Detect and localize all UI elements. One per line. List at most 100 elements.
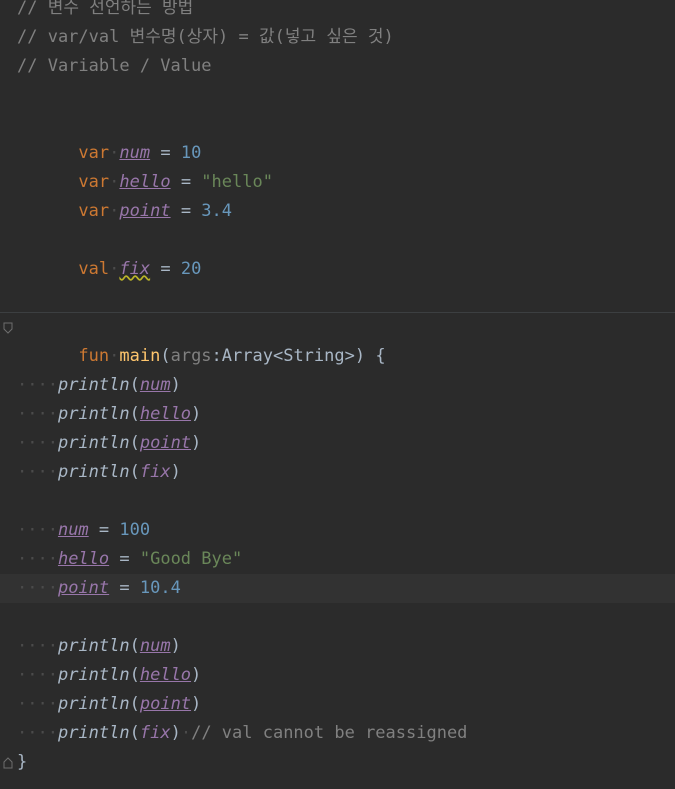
code-line-println-with-comment[interactable]: ····println(fix)·// val cannot be reassi… [0,719,675,748]
code-line-println[interactable]: ····println(hello) [0,661,675,690]
code-line-closing-brace[interactable]: } [0,748,675,777]
code-content: ····point = 10.4 [17,574,181,603]
variable-name: point [57,578,110,598]
code-line-comment-3[interactable]: // Variable / Value [0,52,675,81]
variable-name: hello [57,549,110,569]
println-call: println [57,636,130,656]
code-content: ····num = 100 [17,516,150,545]
string-literal: "Good Bye" [139,549,243,569]
argument-variable: hello [139,404,192,424]
argument-variable: num [139,636,171,656]
code-line-decl-num[interactable]: var·num = 10 [0,110,675,163]
parameter-type: Array<String> [221,346,355,366]
paren: ( [129,433,140,453]
code-content: ····println(fix)·// val cannot be reassi… [17,719,467,748]
comment-text: // Variable / Value [17,56,212,76]
code-line-main-signature[interactable]: fun·main(args:Array<String>) { [0,313,675,366]
code-line-comment-1[interactable]: // 변수 선언하는 방법 [0,0,675,23]
whitespace-dot: · [180,723,192,743]
argument-variable: point [139,433,192,453]
indent-dots: ···· [17,375,58,395]
number-literal: 20 [180,259,202,279]
code-content: ····println(num) [17,371,181,400]
whitespace-dot: · [109,201,120,221]
println-call: println [57,723,130,743]
code-content: ····println(num) [17,632,181,661]
argument-variable: fix [139,462,171,482]
keyword-var: var [78,201,110,221]
code-line-println[interactable]: ····println(hello) [0,400,675,429]
argument-variable: point [139,694,192,714]
code-line-decl-hello[interactable]: var·hello = "hello" [0,139,675,192]
parameter-name: args [170,346,212,366]
fold-arrow-icon[interactable] [3,322,13,334]
paren: ( [129,636,140,656]
assign-operator: = [109,549,140,569]
indent-dots: ···· [17,636,58,656]
code-content: ····println(point) [17,690,201,719]
number-literal: 10.4 [139,578,181,598]
comment-text: // var/val 변수명(상자) = 값(넣고 싶은 것) [17,27,394,47]
assign-operator: = [170,201,202,221]
code-line-comment-2[interactable]: // var/val 변수명(상자) = 값(넣고 싶은 것) [0,23,675,52]
code-line-decl-fix[interactable]: val·fix = 20 [0,226,675,279]
paren: ) [170,723,181,743]
code-line-reassign-hello[interactable]: ····hello = "Good Bye" [0,545,675,574]
paren: ) [191,694,202,714]
paren: ) [191,665,202,685]
assign-operator: = [109,578,140,598]
println-call: println [57,375,130,395]
paren: ) [170,462,181,482]
code-content: ····println(fix) [17,458,181,487]
paren: ( [129,723,140,743]
code-content: ····hello = "Good Bye" [17,545,242,574]
paren: ( [129,462,140,482]
code-line-reassign-point-current[interactable]: ····point = 10.4 [0,574,675,603]
colon: : [211,346,222,366]
code-line-println[interactable]: ····println(point) [0,690,675,719]
indent-dots: ···· [17,549,58,569]
code-line-reassign-num[interactable]: ····num = 100 [0,516,675,545]
code-editor[interactable]: // 변수 선언하는 방법 // var/val 변수명(상자) = 값(넣고 … [0,0,675,789]
variable-name-warning: fix [119,259,151,279]
closing-brace: } [17,752,28,772]
indent-dots: ···· [17,723,58,743]
indent-dots: ···· [17,520,58,540]
code-line-println[interactable]: ····println(fix) [0,458,675,487]
paren: ) [170,375,181,395]
paren: ) [170,636,181,656]
fold-arrow-up-icon[interactable] [3,757,13,769]
code-line-println[interactable]: ····println(num) [0,632,675,661]
whitespace-dot: · [109,346,120,366]
paren: ( [129,665,140,685]
paren: ) [191,433,202,453]
argument-variable: hello [139,665,192,685]
open-brace: ) { [354,346,386,366]
keyword-val: val [78,259,110,279]
indent-dots: ···· [17,462,58,482]
paren: ) [191,404,202,424]
println-call: println [57,694,130,714]
open-paren: ( [160,346,171,366]
paren: ( [129,404,140,424]
assign-operator: = [88,520,120,540]
variable-name: num [57,520,89,540]
code-content: ····println(hello) [17,400,201,429]
code-content: ····println(point) [17,429,201,458]
code-line-println[interactable]: ····println(num) [0,371,675,400]
code-line-println[interactable]: ····println(point) [0,429,675,458]
assign-operator: = [150,259,181,279]
comment-text: // 변수 선언하는 방법 [17,0,194,18]
keyword-fun: fun [78,346,110,366]
indent-dots: ···· [17,404,58,424]
code-content: val·fix = 20 [17,226,201,313]
paren: ( [129,375,140,395]
indent-dots: ···· [17,665,58,685]
number-literal: 100 [119,520,151,540]
function-name: main [119,346,161,366]
indent-dots: ···· [17,578,58,598]
println-call: println [57,462,130,482]
variable-name: point [119,201,171,221]
code-line-decl-point[interactable]: var·point = 3.4 [0,168,675,221]
argument-variable: num [139,375,171,395]
